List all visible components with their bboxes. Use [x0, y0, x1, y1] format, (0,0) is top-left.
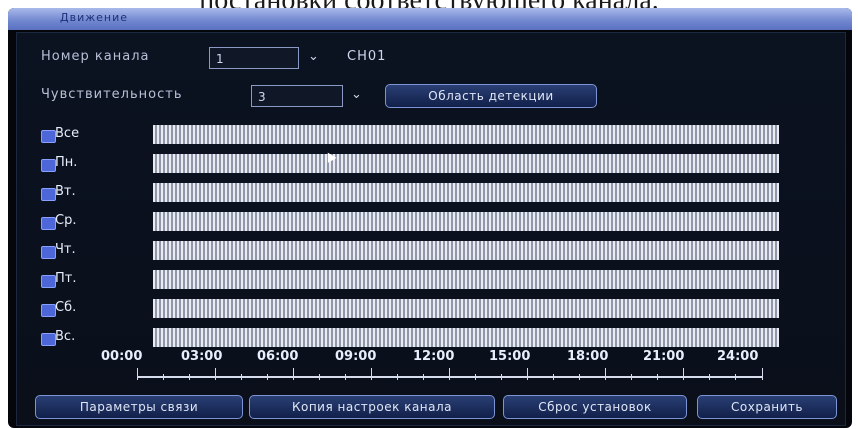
time-label: 15:00 [489, 349, 531, 364]
checkbox[interactable] [41, 217, 56, 230]
dvr-screen: Движение Номер канала 1 ⌄ CH01 Чувствите… [8, 8, 852, 428]
save-button[interactable]: Сохранить [697, 395, 837, 419]
time-label: 21:00 [643, 349, 685, 364]
schedule-row-thu: Чт. [41, 241, 801, 261]
axis-tick [579, 374, 580, 380]
time-label: 18:00 [567, 349, 609, 364]
day-label: Чт. [55, 242, 76, 257]
time-label: 03:00 [181, 349, 223, 364]
axis-tick [657, 374, 658, 380]
checkbox[interactable] [41, 304, 56, 317]
axis-tick [137, 368, 138, 380]
axis-tick [527, 368, 528, 380]
time-label: 06:00 [257, 349, 299, 364]
day-label: Сб. [55, 300, 77, 315]
day-label: Все [55, 126, 80, 141]
schedule-bar[interactable] [153, 212, 779, 231]
day-label: Вт. [55, 184, 76, 199]
reset-button[interactable]: Сброс установок [503, 395, 687, 419]
time-label: 24:00 [717, 349, 759, 364]
axis-tick [241, 374, 242, 380]
schedule-bar[interactable] [153, 328, 779, 347]
schedule-row-tue: Вт. [41, 183, 801, 203]
axis-tick [371, 368, 372, 380]
day-label: Ср. [55, 213, 77, 228]
axis-tick [397, 374, 398, 380]
schedule-row-mon: Пн. [41, 154, 801, 174]
schedule-bar[interactable] [153, 299, 779, 318]
checkbox[interactable] [41, 159, 56, 172]
schedule-bar[interactable] [153, 154, 779, 173]
chevron-down-icon[interactable]: ⌄ [351, 87, 362, 102]
sensitivity-label: Чувствительность [41, 87, 183, 102]
time-label: 12:00 [413, 349, 455, 364]
schedule-bar[interactable] [153, 270, 779, 289]
schedule-row-fri: Пт. [41, 270, 801, 290]
schedule-row-wed: Ср. [41, 212, 801, 232]
axis-tick [267, 374, 268, 380]
axis-tick [553, 374, 554, 380]
detection-area-button[interactable]: Область детекции [385, 84, 597, 108]
axis-tick [762, 368, 763, 380]
axis-tick [735, 374, 736, 380]
checkbox[interactable] [41, 130, 56, 143]
axis-tick [319, 374, 320, 380]
axis-tick [501, 374, 502, 380]
schedule-row-all: Все [41, 125, 801, 145]
day-label: Пт. [55, 271, 77, 286]
axis-tick [215, 368, 216, 380]
window-title: Движение [60, 11, 129, 24]
channel-select[interactable]: 1 [209, 47, 299, 69]
checkbox[interactable] [41, 333, 56, 346]
axis-tick [709, 374, 710, 380]
link-params-button[interactable]: Параметры связи [35, 395, 243, 419]
time-label: 09:00 [335, 349, 377, 364]
schedule-row-sun: Вс. [41, 328, 801, 348]
axis-tick [449, 368, 450, 380]
schedule-bar[interactable] [153, 241, 779, 260]
schedule-bar[interactable] [153, 183, 779, 202]
channel-label: Номер канала [41, 49, 150, 64]
day-label: Пн. [55, 155, 78, 170]
axis-tick [475, 374, 476, 380]
time-axis [137, 376, 763, 378]
axis-tick [293, 368, 294, 380]
axis-tick [605, 368, 606, 380]
axis-tick [189, 374, 190, 380]
axis-tick [423, 374, 424, 380]
checkbox[interactable] [41, 275, 56, 288]
channel-name: CH01 [347, 49, 387, 64]
axis-tick [345, 374, 346, 380]
checkbox[interactable] [41, 188, 56, 201]
axis-tick [683, 368, 684, 380]
window-titlebar: Движение [8, 8, 852, 30]
axis-tick [163, 374, 164, 380]
sensitivity-select[interactable]: 3 [251, 85, 343, 107]
checkbox[interactable] [41, 246, 56, 259]
time-label: 00:00 [101, 349, 143, 364]
copy-channel-button[interactable]: Копия настроек канала [249, 395, 495, 419]
schedule-row-sat: Сб. [41, 299, 801, 319]
chevron-down-icon[interactable]: ⌄ [308, 49, 319, 64]
axis-tick [631, 374, 632, 380]
day-label: Вс. [55, 329, 76, 344]
motion-settings-panel: Номер канала 1 ⌄ CH01 Чувствительность 3… [16, 32, 846, 426]
schedule-bar[interactable] [153, 125, 779, 144]
